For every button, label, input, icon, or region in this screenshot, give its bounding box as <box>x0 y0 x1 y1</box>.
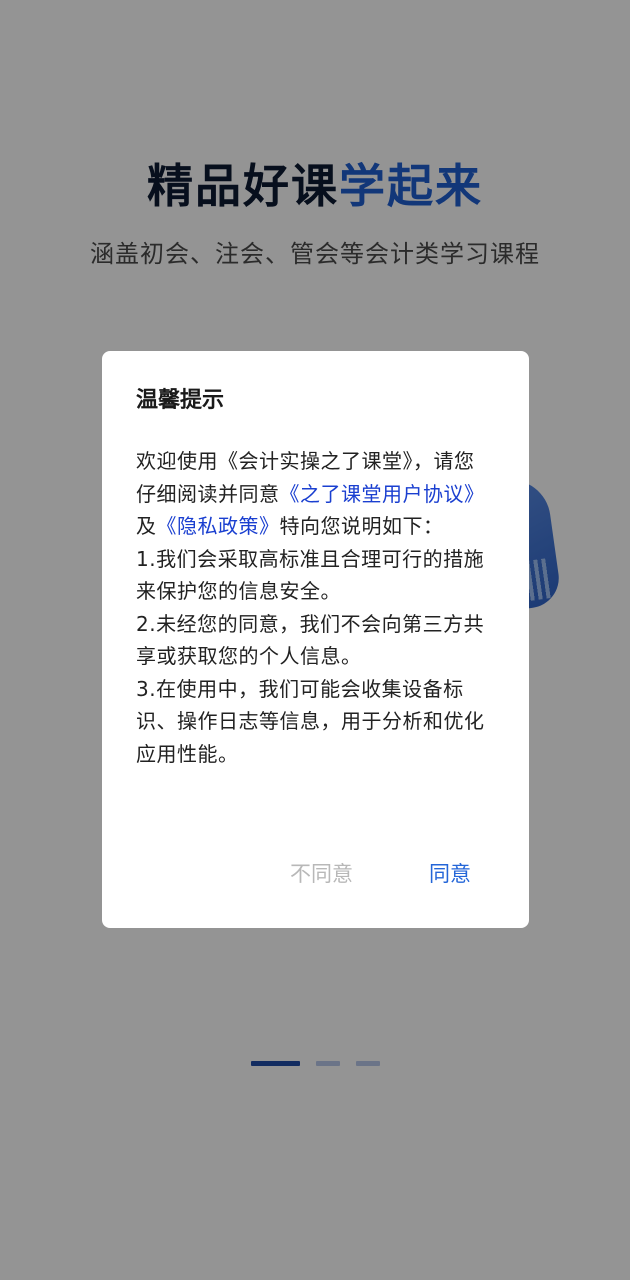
dialog-item-1: 1.我们会采取高标准且合理可行的措施来保护您的信息安全。 <box>136 546 485 604</box>
dialog-item-3: 3.在使用中，我们可能会收集设备标识、操作日志等信息，用于分析和优化应用性能。 <box>136 676 485 766</box>
privacy-dialog: 温馨提示 欢迎使用《会计实操之了课堂》，请您仔细阅读并同意《之了课堂用户协议》及… <box>102 351 529 928</box>
privacy-policy-link[interactable]: 《隐私政策》 <box>157 514 280 538</box>
dialog-body: 欢迎使用《会计实操之了课堂》，请您仔细阅读并同意《之了课堂用户协议》及《隐私政策… <box>136 445 493 770</box>
agree-button[interactable]: 同意 <box>429 858 471 890</box>
decline-button[interactable]: 不同意 <box>290 858 353 890</box>
intro-tail-text: 特向您说明如下： <box>279 514 444 538</box>
user-agreement-link[interactable]: 《之了课堂用户协议》 <box>280 482 485 506</box>
intro-and-text: 及 <box>136 514 157 538</box>
dialog-item-2: 2.未经您的同意，我们不会向第三方共享或获取您的个人信息。 <box>136 611 485 669</box>
dialog-actions: 不同意 同意 <box>102 858 529 890</box>
dialog-title: 温馨提示 <box>136 388 225 413</box>
dialog-intro: 欢迎使用《会计实操之了课堂》，请您仔细阅读并同意《之了课堂用户协议》及《隐私政策… <box>136 445 493 543</box>
